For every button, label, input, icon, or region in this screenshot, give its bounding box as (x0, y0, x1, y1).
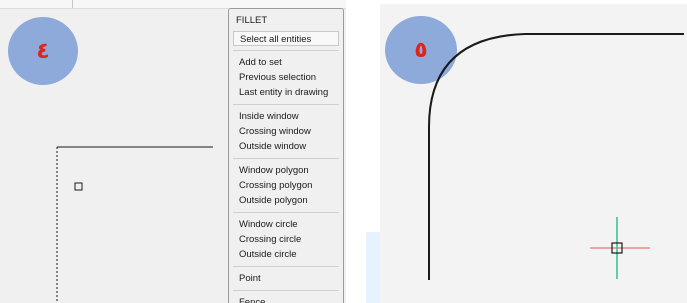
menu-item[interactable]: Previous selection (239, 70, 316, 85)
background-strip (366, 232, 380, 303)
menu-item[interactable]: Outside circle (239, 247, 297, 262)
menu-item[interactable]: Last entity in drawing (239, 85, 328, 100)
menu-item[interactable]: Inside window (239, 109, 299, 124)
left-panel: ٤ FILLET Select all entities Add to set Pr… (0, 0, 346, 303)
fillet-context-menu[interactable]: FILLET Select all entities Add to set Prev… (228, 8, 344, 303)
right-panel: ٥ (380, 4, 687, 303)
menu-separator (233, 50, 339, 51)
menu-item[interactable]: Window circle (239, 217, 298, 232)
menu-separator (233, 290, 339, 291)
menu-item[interactable]: Crossing polygon (239, 178, 312, 193)
menu-item[interactable]: Window polygon (239, 163, 309, 178)
pickbox-cursor (74, 182, 83, 191)
menu-item[interactable]: Point (239, 271, 261, 286)
menu-item[interactable]: Select all entities (233, 31, 339, 46)
menu-separator (233, 212, 339, 213)
menu-item[interactable]: Fence (239, 295, 265, 303)
menu-item[interactable]: Crossing window (239, 124, 311, 139)
menu-title: FILLET (236, 15, 268, 26)
filleted-corner-line[interactable] (428, 33, 684, 280)
menu-item[interactable]: Outside polygon (239, 193, 308, 208)
menu-item[interactable]: Add to set (239, 55, 282, 70)
drawing-canvas-right[interactable] (380, 4, 687, 303)
menu-separator (233, 158, 339, 159)
menu-item[interactable]: Outside window (239, 139, 306, 154)
menu-separator (233, 266, 339, 267)
menu-separator (233, 104, 339, 105)
menu-item[interactable]: Crossing circle (239, 232, 301, 247)
